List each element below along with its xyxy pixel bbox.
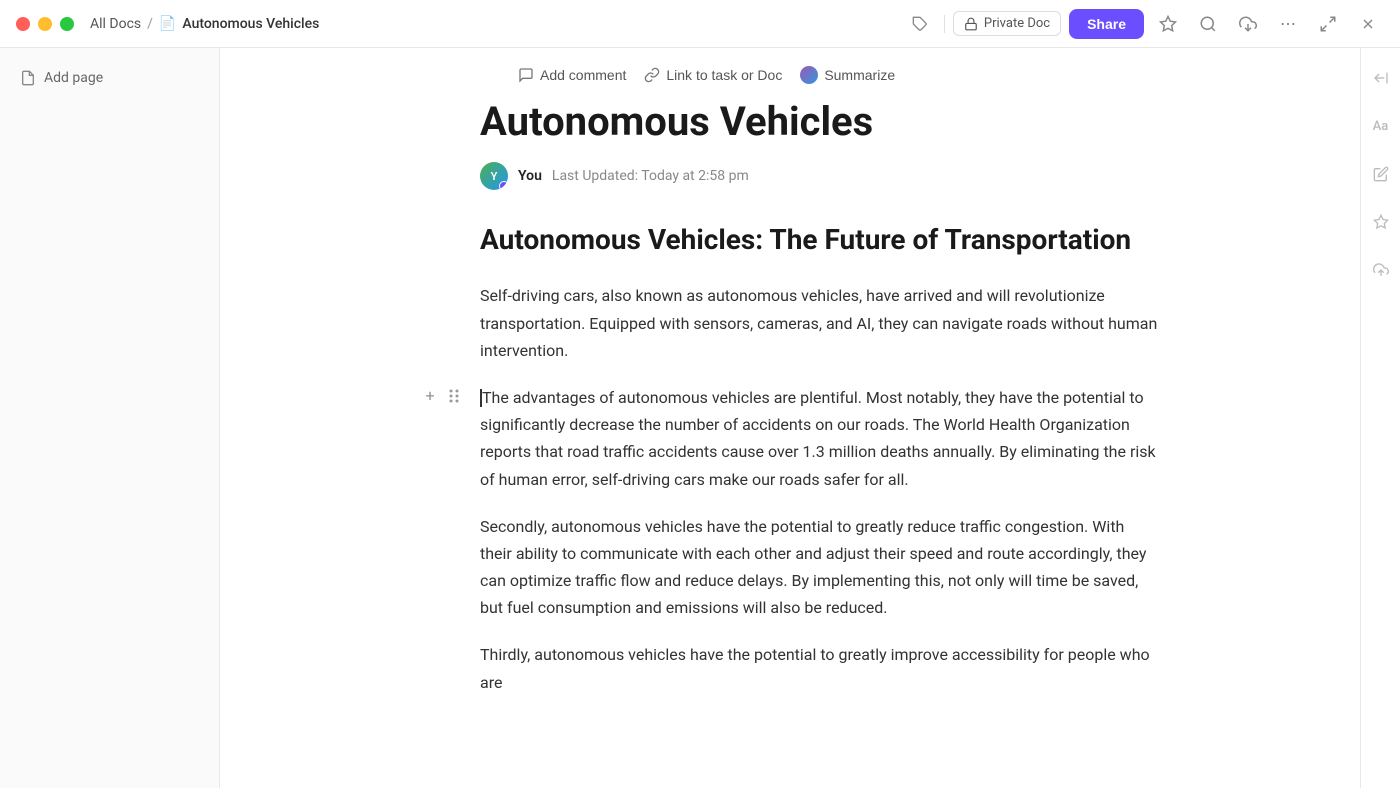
doc-paragraph-2: The advantages of autonomous vehicles ar… — [480, 384, 1160, 493]
content-area: Add comment Link to task or Doc Summariz… — [220, 48, 1360, 788]
doc-meta: Y You Last Updated: Today at 2:58 pm — [480, 162, 1160, 190]
add-page-button[interactable]: Add page — [12, 64, 207, 92]
doc-title: Autonomous Vehicles — [480, 98, 1160, 146]
expand-button[interactable] — [1312, 8, 1344, 40]
link-button[interactable]: Link to task or Doc — [644, 67, 782, 83]
doc-paragraph-4: Thirdly, autonomous vehicles have the po… — [480, 641, 1160, 695]
maximize-traffic-light[interactable] — [60, 17, 74, 31]
minimize-traffic-light[interactable] — [38, 17, 52, 31]
title-bar-actions: Private Doc Share — [904, 8, 1384, 40]
search-button[interactable] — [1192, 8, 1224, 40]
breadcrumb-current-doc: Autonomous Vehicles — [182, 16, 319, 32]
block-drag-handle[interactable] — [444, 386, 464, 406]
block-add-button[interactable]: + — [420, 386, 440, 406]
summarize-icon — [800, 66, 818, 84]
summarize-label: Summarize — [824, 67, 895, 83]
private-doc-badge[interactable]: Private Doc — [953, 11, 1061, 36]
star-button[interactable] — [1152, 8, 1184, 40]
breadcrumb-all-docs[interactable]: All Docs — [90, 16, 141, 32]
share-button[interactable]: Share — [1069, 9, 1144, 39]
right-panel: Aa — [1360, 48, 1400, 788]
text-size-icon[interactable]: Aa — [1367, 112, 1395, 140]
avatar-badge — [499, 181, 508, 190]
doc-icon: 📄 — [159, 16, 176, 32]
avatar: Y — [480, 162, 508, 190]
close-traffic-light[interactable] — [16, 17, 30, 31]
add-comment-label: Add comment — [540, 67, 626, 83]
add-comment-button[interactable]: Add comment — [518, 67, 626, 83]
doc-toolbar: Add comment Link to task or Doc Summariz… — [518, 48, 1360, 98]
collapse-panel-icon[interactable] — [1367, 64, 1395, 92]
block-controls: + — [420, 386, 464, 406]
doc-section-title: Autonomous Vehicles: The Future of Trans… — [480, 222, 1160, 258]
more-button[interactable] — [1272, 8, 1304, 40]
upload-icon[interactable] — [1367, 256, 1395, 284]
doc-paragraph-3: Secondly, autonomous vehicles have the p… — [480, 513, 1160, 622]
divider-1 — [944, 15, 945, 33]
tag-button[interactable] — [904, 8, 936, 40]
doc-author: You — [518, 168, 542, 184]
close-button[interactable] — [1352, 8, 1384, 40]
edit-icon[interactable] — [1367, 160, 1395, 188]
add-page-label: Add page — [44, 70, 103, 86]
link-label: Link to task or Doc — [666, 67, 782, 83]
private-doc-label: Private Doc — [984, 16, 1050, 31]
title-bar: All Docs / 📄 Autonomous Vehicles Private… — [0, 0, 1400, 48]
sparkle-icon[interactable] — [1367, 208, 1395, 236]
doc-paragraph-1: Self-driving cars, also known as autonom… — [480, 282, 1160, 364]
breadcrumb: All Docs / 📄 Autonomous Vehicles — [90, 16, 319, 32]
traffic-lights — [16, 17, 74, 31]
main-layout: Add page Add comment Link to task or Doc… — [0, 48, 1400, 788]
doc-paragraph-2-wrapper: + The advantages of autonomous vehicles … — [480, 384, 1160, 493]
doc-last-updated: Last Updated: Today at 2:58 pm — [552, 168, 749, 184]
summarize-button[interactable]: Summarize — [800, 66, 895, 84]
breadcrumb-separator: / — [147, 16, 153, 32]
doc-content: Autonomous Vehicles Y You Last Updated: … — [400, 98, 1180, 776]
download-button[interactable] — [1232, 8, 1264, 40]
sidebar: Add page — [0, 48, 220, 788]
text-size-label: Aa — [1373, 119, 1389, 134]
